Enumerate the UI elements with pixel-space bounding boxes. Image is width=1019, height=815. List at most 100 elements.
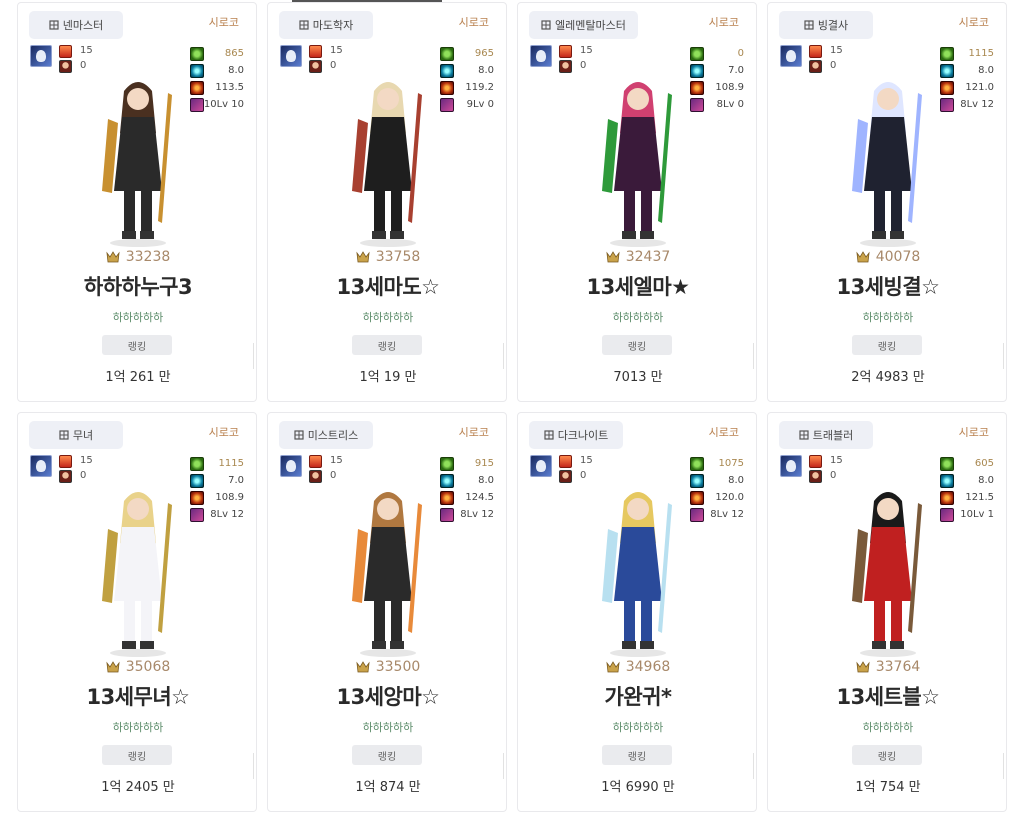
stat-value-4: 8Lv 12 [210, 509, 244, 520]
character-avatar-icon [780, 45, 802, 67]
character-avatar-icon [280, 455, 302, 477]
job-mark-icon [799, 430, 809, 440]
character-sprite [102, 492, 172, 657]
stat-value-1: 1115 [968, 48, 994, 59]
damage-value: 1억 6990 만 [601, 780, 675, 795]
ranking-button[interactable]: 랭킹 [102, 745, 172, 765]
character-card[interactable]: 마도학자 시로코 15 0 965 8.0 119.2 9Lv 0 33758 … [267, 2, 507, 402]
title-item-icon [59, 45, 72, 58]
title-item-icon [809, 45, 822, 58]
job-name: 넨마스터 [62, 19, 104, 32]
job-mark-icon [299, 20, 309, 30]
character-card[interactable]: 넨마스터 시로코 15 0 865 8.0 113.5 10Lv 10 3323… [17, 2, 257, 402]
stat-value-3: 113.5 [215, 82, 244, 93]
job-tag: 마도학자 [279, 11, 373, 39]
fame-score: 35068 [18, 659, 258, 675]
pet-icon [309, 470, 322, 483]
ranking-button[interactable]: 랭킹 [602, 335, 672, 355]
green-orb-icon [940, 47, 954, 61]
pet-icon [59, 470, 72, 483]
pet-icon [309, 60, 322, 73]
guild-name[interactable]: 하하하하하 [768, 719, 1008, 735]
stat-value-4: 10Lv 1 [960, 509, 994, 520]
pet-value: 0 [330, 60, 337, 71]
guild-name[interactable]: 하하하하하 [518, 309, 758, 325]
ranking-button[interactable]: 랭킹 [352, 745, 422, 765]
ranking-button[interactable]: 랭킹 [852, 745, 922, 765]
stat-value-2: 8.0 [478, 475, 494, 486]
fame-icon [856, 251, 870, 263]
damage-value: 1억 19 만 [359, 370, 417, 385]
level-value: 15 [580, 455, 593, 466]
job-mark-icon [544, 430, 554, 440]
character-name[interactable]: 13세빙결☆ [768, 271, 1008, 301]
pet-value: 0 [80, 470, 87, 481]
fame-score: 40078 [768, 249, 1008, 265]
stat-value-4: 8Lv 12 [960, 99, 994, 110]
stat-value-2: 8.0 [728, 475, 744, 486]
damage-value: 1억 261 만 [105, 370, 171, 385]
ranking-button[interactable]: 랭킹 [602, 745, 672, 765]
job-name: 엘레멘탈마스터 [555, 19, 626, 32]
guild-name[interactable]: 하하하하하 [18, 719, 258, 735]
server-name: 시로코 [208, 16, 239, 29]
character-name[interactable]: 13세엘마★ [518, 271, 758, 301]
job-mark-icon [49, 20, 59, 30]
green-orb-icon [190, 457, 204, 471]
character-sprite [852, 492, 922, 657]
character-card[interactable]: 트래블러 시로코 15 0 605 8.0 121.5 10Lv 1 33764… [767, 412, 1007, 812]
stat-value-3: 119.2 [465, 82, 494, 93]
green-orb-icon [690, 47, 704, 61]
character-card[interactable]: 빙결사 시로코 15 0 1115 8.0 121.0 8Lv 12 40078… [767, 2, 1007, 402]
job-mark-icon [804, 20, 814, 30]
pet-value: 0 [80, 60, 87, 71]
guild-name[interactable]: 하하하하하 [18, 309, 258, 325]
guild-name[interactable]: 하하하하하 [268, 309, 508, 325]
job-name: 마도학자 [312, 19, 354, 32]
character-card[interactable]: 다크나이트 시로코 15 0 1075 8.0 120.0 8Lv 12 349… [517, 412, 757, 812]
character-sprite [602, 82, 672, 247]
level-value: 15 [330, 45, 343, 56]
job-tag: 엘레멘탈마스터 [529, 11, 638, 39]
damage-value: 1억 2405 만 [101, 780, 175, 795]
fame-score: 32437 [518, 249, 758, 265]
ranking-button[interactable]: 랭킹 [352, 335, 422, 355]
character-card[interactable]: 미스트리스 시로코 15 0 915 8.0 124.5 8Lv 12 3350… [267, 412, 507, 812]
stat-value-2: 7.0 [228, 475, 244, 486]
guild-name[interactable]: 하하하하하 [768, 309, 1008, 325]
title-item-icon [559, 455, 572, 468]
ranking-button[interactable]: 랭킹 [102, 335, 172, 355]
guild-name[interactable]: 하하하하하 [518, 719, 758, 735]
fame-icon [356, 661, 370, 673]
damage-value: 1억 754 만 [855, 780, 921, 795]
stat-value-2: 8.0 [228, 65, 244, 76]
fame-value: 33238 [125, 249, 171, 265]
stat-value-4: 9Lv 0 [466, 99, 494, 110]
ranking-button[interactable]: 랭킹 [852, 335, 922, 355]
fame-value: 33500 [375, 659, 421, 675]
title-item-icon [809, 455, 822, 468]
server-name: 시로코 [708, 426, 739, 439]
character-card[interactable]: 엘레멘탈마스터 시로코 15 0 0 7.0 108.9 8Lv 0 32437… [517, 2, 757, 402]
character-sprite [102, 82, 172, 247]
character-name[interactable]: 가완귀* [518, 681, 758, 711]
level-value: 15 [830, 45, 843, 56]
character-name[interactable]: 하하하누구3 [18, 271, 258, 301]
stat-value-4: 8Lv 0 [716, 99, 744, 110]
character-name[interactable]: 13세마도☆ [268, 271, 508, 301]
fame-value: 35068 [125, 659, 171, 675]
character-name[interactable]: 13세트블☆ [768, 681, 1008, 711]
stat-value-3: 124.5 [465, 492, 494, 503]
character-avatar-icon [30, 455, 52, 477]
stat-value-3: 121.0 [965, 82, 994, 93]
character-card[interactable]: 무녀 시로코 15 0 1115 7.0 108.9 8Lv 12 35068 … [17, 412, 257, 812]
job-mark-icon [59, 430, 69, 440]
character-name[interactable]: 13세무녀☆ [18, 681, 258, 711]
character-name[interactable]: 13세앙마☆ [268, 681, 508, 711]
fame-score: 33238 [18, 249, 258, 265]
pet-value: 0 [330, 470, 337, 481]
stat-value-2: 8.0 [978, 475, 994, 486]
guild-name[interactable]: 하하하하하 [268, 719, 508, 735]
job-name: 무녀 [72, 429, 94, 442]
level-value: 15 [580, 45, 593, 56]
